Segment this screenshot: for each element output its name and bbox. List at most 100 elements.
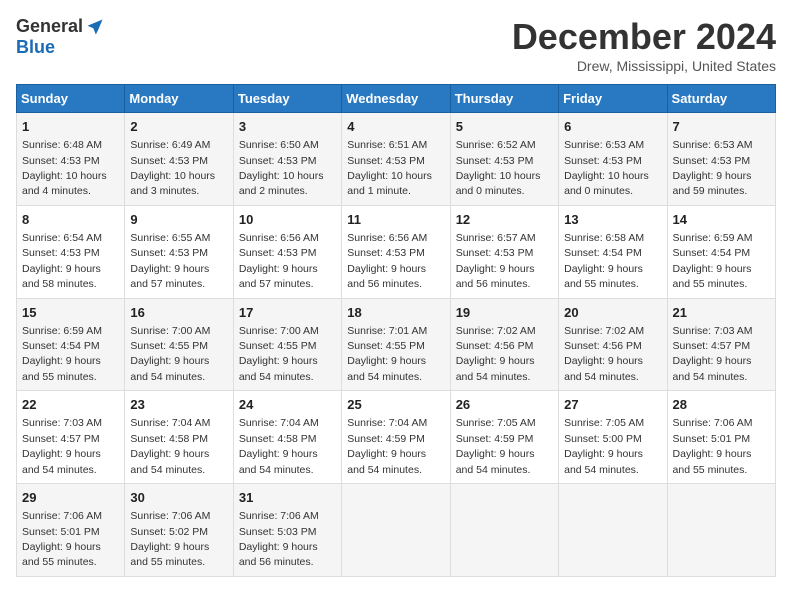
logo-bird-icon: [85, 17, 105, 37]
calendar-cell: 19 Sunrise: 7:02 AMSunset: 4:56 PMDaylig…: [450, 298, 558, 391]
logo-general-text: General: [16, 16, 83, 37]
day-info: Sunrise: 7:05 AMSunset: 5:00 PMDaylight:…: [564, 417, 644, 475]
calendar-header: SundayMondayTuesdayWednesdayThursdayFrid…: [17, 85, 776, 113]
day-number: 12: [456, 211, 553, 229]
day-info: Sunrise: 6:56 AMSunset: 4:53 PMDaylight:…: [347, 232, 427, 290]
location-label: Drew, Mississippi, United States: [512, 58, 776, 74]
calendar-cell: 27 Sunrise: 7:05 AMSunset: 5:00 PMDaylig…: [559, 391, 667, 484]
day-info: Sunrise: 7:04 AMSunset: 4:59 PMDaylight:…: [347, 417, 427, 475]
day-number: 2: [130, 118, 227, 136]
day-info: Sunrise: 7:06 AMSunset: 5:03 PMDaylight:…: [239, 510, 319, 568]
logo-blue-text: Blue: [16, 37, 55, 58]
calendar-cell: 16 Sunrise: 7:00 AMSunset: 4:55 PMDaylig…: [125, 298, 233, 391]
day-info: Sunrise: 7:06 AMSunset: 5:02 PMDaylight:…: [130, 510, 210, 568]
day-number: 14: [673, 211, 770, 229]
calendar-cell: 30 Sunrise: 7:06 AMSunset: 5:02 PMDaylig…: [125, 484, 233, 577]
calendar-cell: [559, 484, 667, 577]
day-number: 17: [239, 304, 336, 322]
calendar-cell: 12 Sunrise: 6:57 AMSunset: 4:53 PMDaylig…: [450, 205, 558, 298]
day-info: Sunrise: 7:03 AMSunset: 4:57 PMDaylight:…: [673, 325, 753, 383]
day-info: Sunrise: 6:51 AMSunset: 4:53 PMDaylight:…: [347, 139, 432, 197]
calendar-cell: [667, 484, 775, 577]
day-info: Sunrise: 7:00 AMSunset: 4:55 PMDaylight:…: [239, 325, 319, 383]
day-number: 30: [130, 489, 227, 507]
day-number: 22: [22, 396, 119, 414]
day-number: 11: [347, 211, 444, 229]
day-info: Sunrise: 7:02 AMSunset: 4:56 PMDaylight:…: [456, 325, 536, 383]
day-info: Sunrise: 6:57 AMSunset: 4:53 PMDaylight:…: [456, 232, 536, 290]
calendar-cell: 20 Sunrise: 7:02 AMSunset: 4:56 PMDaylig…: [559, 298, 667, 391]
calendar-cell: 6 Sunrise: 6:53 AMSunset: 4:53 PMDayligh…: [559, 113, 667, 206]
day-info: Sunrise: 6:59 AMSunset: 4:54 PMDaylight:…: [673, 232, 753, 290]
day-info: Sunrise: 7:01 AMSunset: 4:55 PMDaylight:…: [347, 325, 427, 383]
calendar-cell: 25 Sunrise: 7:04 AMSunset: 4:59 PMDaylig…: [342, 391, 450, 484]
day-info: Sunrise: 6:49 AMSunset: 4:53 PMDaylight:…: [130, 139, 215, 197]
day-header-friday: Friday: [559, 85, 667, 113]
day-info: Sunrise: 6:58 AMSunset: 4:54 PMDaylight:…: [564, 232, 644, 290]
day-number: 28: [673, 396, 770, 414]
day-info: Sunrise: 7:00 AMSunset: 4:55 PMDaylight:…: [130, 325, 210, 383]
day-number: 5: [456, 118, 553, 136]
day-number: 10: [239, 211, 336, 229]
calendar-cell: 15 Sunrise: 6:59 AMSunset: 4:54 PMDaylig…: [17, 298, 125, 391]
day-number: 1: [22, 118, 119, 136]
calendar-week-5: 29 Sunrise: 7:06 AMSunset: 5:01 PMDaylig…: [17, 484, 776, 577]
calendar-cell: 17 Sunrise: 7:00 AMSunset: 4:55 PMDaylig…: [233, 298, 341, 391]
calendar-cell: 11 Sunrise: 6:56 AMSunset: 4:53 PMDaylig…: [342, 205, 450, 298]
day-number: 26: [456, 396, 553, 414]
day-info: Sunrise: 6:48 AMSunset: 4:53 PMDaylight:…: [22, 139, 107, 197]
day-number: 23: [130, 396, 227, 414]
calendar-cell: 3 Sunrise: 6:50 AMSunset: 4:53 PMDayligh…: [233, 113, 341, 206]
header-row: SundayMondayTuesdayWednesdayThursdayFrid…: [17, 85, 776, 113]
calendar-cell: [450, 484, 558, 577]
calendar-table: SundayMondayTuesdayWednesdayThursdayFrid…: [16, 84, 776, 577]
calendar-cell: 22 Sunrise: 7:03 AMSunset: 4:57 PMDaylig…: [17, 391, 125, 484]
calendar-cell: 7 Sunrise: 6:53 AMSunset: 4:53 PMDayligh…: [667, 113, 775, 206]
calendar-cell: 1 Sunrise: 6:48 AMSunset: 4:53 PMDayligh…: [17, 113, 125, 206]
calendar-cell: 13 Sunrise: 6:58 AMSunset: 4:54 PMDaylig…: [559, 205, 667, 298]
calendar-cell: 10 Sunrise: 6:56 AMSunset: 4:53 PMDaylig…: [233, 205, 341, 298]
day-info: Sunrise: 7:06 AMSunset: 5:01 PMDaylight:…: [673, 417, 753, 475]
calendar-cell: 26 Sunrise: 7:05 AMSunset: 4:59 PMDaylig…: [450, 391, 558, 484]
title-area: December 2024 Drew, Mississippi, United …: [512, 16, 776, 74]
day-number: 25: [347, 396, 444, 414]
day-number: 15: [22, 304, 119, 322]
calendar-cell: 23 Sunrise: 7:04 AMSunset: 4:58 PMDaylig…: [125, 391, 233, 484]
calendar-week-3: 15 Sunrise: 6:59 AMSunset: 4:54 PMDaylig…: [17, 298, 776, 391]
day-number: 6: [564, 118, 661, 136]
day-number: 7: [673, 118, 770, 136]
calendar-week-1: 1 Sunrise: 6:48 AMSunset: 4:53 PMDayligh…: [17, 113, 776, 206]
day-info: Sunrise: 6:59 AMSunset: 4:54 PMDaylight:…: [22, 325, 102, 383]
calendar-week-2: 8 Sunrise: 6:54 AMSunset: 4:53 PMDayligh…: [17, 205, 776, 298]
day-number: 19: [456, 304, 553, 322]
day-info: Sunrise: 6:56 AMSunset: 4:53 PMDaylight:…: [239, 232, 319, 290]
day-number: 18: [347, 304, 444, 322]
day-info: Sunrise: 6:54 AMSunset: 4:53 PMDaylight:…: [22, 232, 102, 290]
calendar-cell: 2 Sunrise: 6:49 AMSunset: 4:53 PMDayligh…: [125, 113, 233, 206]
calendar-cell: 28 Sunrise: 7:06 AMSunset: 5:01 PMDaylig…: [667, 391, 775, 484]
day-header-wednesday: Wednesday: [342, 85, 450, 113]
day-number: 13: [564, 211, 661, 229]
day-header-thursday: Thursday: [450, 85, 558, 113]
calendar-cell: 31 Sunrise: 7:06 AMSunset: 5:03 PMDaylig…: [233, 484, 341, 577]
calendar-cell: 14 Sunrise: 6:59 AMSunset: 4:54 PMDaylig…: [667, 205, 775, 298]
day-number: 24: [239, 396, 336, 414]
day-info: Sunrise: 6:50 AMSunset: 4:53 PMDaylight:…: [239, 139, 324, 197]
day-header-tuesday: Tuesday: [233, 85, 341, 113]
calendar-cell: 4 Sunrise: 6:51 AMSunset: 4:53 PMDayligh…: [342, 113, 450, 206]
calendar-cell: 8 Sunrise: 6:54 AMSunset: 4:53 PMDayligh…: [17, 205, 125, 298]
day-info: Sunrise: 7:04 AMSunset: 4:58 PMDaylight:…: [130, 417, 210, 475]
calendar-cell: 18 Sunrise: 7:01 AMSunset: 4:55 PMDaylig…: [342, 298, 450, 391]
calendar-cell: [342, 484, 450, 577]
day-info: Sunrise: 7:02 AMSunset: 4:56 PMDaylight:…: [564, 325, 644, 383]
calendar-week-4: 22 Sunrise: 7:03 AMSunset: 4:57 PMDaylig…: [17, 391, 776, 484]
day-number: 9: [130, 211, 227, 229]
day-info: Sunrise: 6:53 AMSunset: 4:53 PMDaylight:…: [564, 139, 649, 197]
logo: General Blue: [16, 16, 105, 58]
day-info: Sunrise: 7:05 AMSunset: 4:59 PMDaylight:…: [456, 417, 536, 475]
day-info: Sunrise: 7:03 AMSunset: 4:57 PMDaylight:…: [22, 417, 102, 475]
day-number: 27: [564, 396, 661, 414]
day-info: Sunrise: 7:04 AMSunset: 4:58 PMDaylight:…: [239, 417, 319, 475]
day-number: 20: [564, 304, 661, 322]
day-number: 31: [239, 489, 336, 507]
